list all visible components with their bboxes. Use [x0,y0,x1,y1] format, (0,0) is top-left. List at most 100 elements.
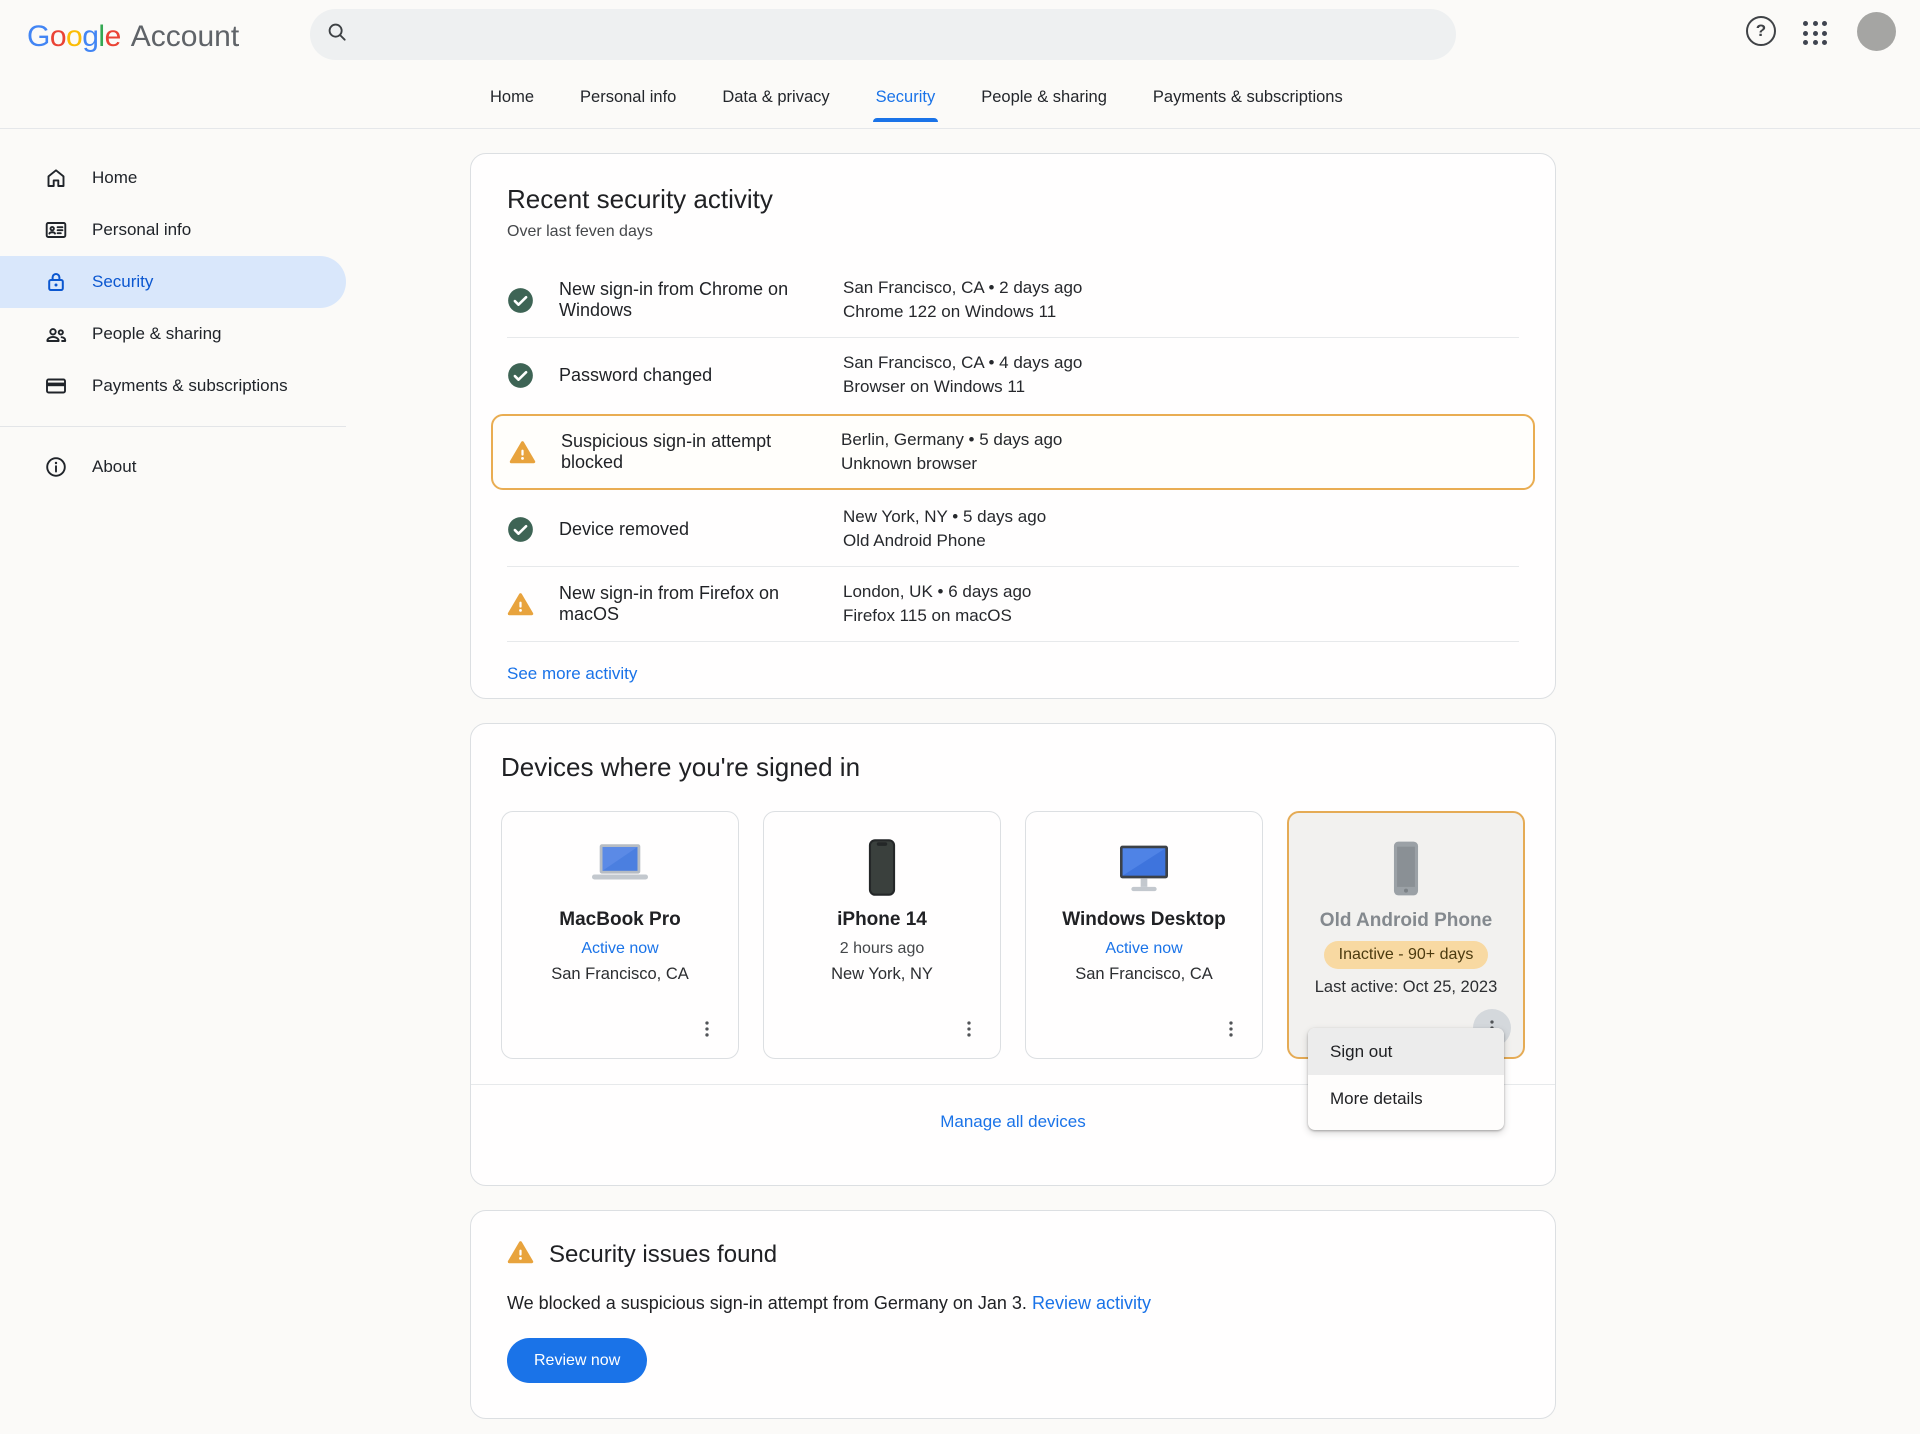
activity-row-password-changed[interactable]: Password changedSan Francisco, CA • 4 da… [507,338,1519,412]
device-card-old-android-phone[interactable]: Old Android PhoneInactive - 90+ daysLast… [1287,811,1525,1059]
device-name: Windows Desktop [1062,909,1225,931]
activity-row-title: Password changed [559,365,843,386]
sidebar-item-label: Personal info [92,220,191,240]
warning-icon [507,591,559,618]
device-more-options-icon[interactable] [950,1010,988,1048]
sidebar-item-label: People & sharing [92,324,221,344]
activity-row-title: Suspicious sign-in attempt blocked [561,431,841,473]
device-more-options-icon[interactable] [1212,1010,1250,1048]
lock-icon [44,270,68,294]
activity-location-time: San Francisco, CA • 4 days ago [843,351,1519,375]
device-more-options-icon[interactable] [688,1010,726,1048]
home-icon [44,166,68,190]
activity-row-new-sign-in-from-chrome-on-windows[interactable]: New sign-in from Chrome on WindowsSan Fr… [507,263,1519,337]
help-icon[interactable]: ? [1746,16,1776,46]
activity-row-title: Device removed [559,519,843,540]
activity-list: New sign-in from Chrome on WindowsSan Fr… [507,263,1519,642]
phone-dark-icon [865,838,899,896]
device-location: New York, NY [831,965,933,984]
avatar[interactable] [1857,12,1896,51]
sidebar-item-payments-subscriptions[interactable]: Payments & subscriptions [0,360,346,412]
security-issues-card: Security issues found We blocked a suspi… [470,1210,1556,1419]
sidebar-item-about[interactable]: About [0,441,346,493]
activity-row-details: San Francisco, CA • 4 days agoBrowser on… [843,351,1519,399]
activity-location-time: London, UK • 6 days ago [843,580,1519,604]
sidebar-item-label: Security [92,272,153,292]
check-circle-icon [507,362,559,389]
header-divider [0,128,1920,129]
manage-all-devices-link[interactable]: Manage all devices [940,1112,1086,1131]
device-context-menu: Sign outMore details [1308,1028,1504,1130]
device-name: iPhone 14 [837,909,927,931]
sidebar-item-home[interactable]: Home [0,152,346,204]
issues-title: Security issues found [549,1241,777,1269]
activity-row-details: New York, NY • 5 days agoOld Android Pho… [843,505,1519,553]
devices-grid: MacBook ProActive nowSan Francisco, CAiP… [501,811,1525,1059]
activity-card-subtitle: Over last feven days [507,223,1519,241]
search-bar[interactable] [310,9,1456,60]
activity-agent: Chrome 122 on Windows 11 [843,300,1519,324]
activity-row-device-removed[interactable]: Device removedNew York, NY • 5 days agoO… [507,492,1519,566]
sidebar-item-label: Home [92,168,137,188]
monitor-icon [1112,838,1176,896]
device-status: 2 hours ago [840,940,925,958]
activity-row-details: Berlin, Germany • 5 days agoUnknown brow… [841,428,1517,476]
tab-people-sharing[interactable]: People & sharing [981,88,1107,107]
sidebar-item-personal-info[interactable]: Personal info [0,204,346,256]
sidebar-item-people-sharing[interactable]: People & sharing [0,308,346,360]
recent-security-activity-card: Recent security activity Over last feven… [470,153,1556,699]
tab-data-privacy[interactable]: Data & privacy [722,88,829,107]
activity-row-suspicious-sign-in-attempt-blocked[interactable]: Suspicious sign-in attempt blockedBerlin… [491,414,1535,490]
warning-icon [509,439,561,466]
tab-personal-info[interactable]: Personal info [580,88,676,107]
device-card-macbook-pro[interactable]: MacBook ProActive nowSan Francisco, CA [501,811,739,1059]
activity-agent: Unknown browser [841,452,1517,476]
logo-letter: g [82,20,98,53]
device-name: Old Android Phone [1320,910,1492,932]
activity-card-title: Recent security activity [507,184,1519,215]
laptop-icon [586,838,654,896]
menu-item-more-details[interactable]: More details [1308,1075,1504,1122]
sidebar-item-security[interactable]: Security [0,256,346,308]
device-location: San Francisco, CA [1075,965,1213,984]
devices-card-title: Devices where you're signed in [501,752,1525,783]
sidebar-item-label: About [92,457,136,477]
tab-home[interactable]: Home [490,88,534,107]
menu-item-sign-out[interactable]: Sign out [1308,1028,1504,1075]
activity-row-details: San Francisco, CA • 2 days agoChrome 122… [843,276,1519,324]
device-location: San Francisco, CA [551,965,689,984]
google-logo-letters: Google [27,20,121,54]
row-divider [507,641,1519,642]
sidebar-divider [0,426,346,427]
review-now-button[interactable]: Review now [507,1338,647,1383]
device-card-windows-desktop[interactable]: Windows Desktop Active now San Francisco, … [1025,811,1263,1059]
logo-product-name: Account [131,20,239,54]
logo-letter: G [27,20,50,53]
info-icon [44,455,68,479]
activity-location-time: Berlin, Germany • 5 days ago [841,428,1517,452]
search-input[interactable] [360,25,1440,45]
tab-payments-subscriptions[interactable]: Payments & subscriptions [1153,88,1343,107]
activity-agent: Old Android Phone [843,529,1519,553]
see-more-activity-link[interactable]: See more activity [507,664,637,684]
people-icon [44,322,68,346]
apps-grid-icon[interactable] [1803,21,1828,46]
logo-letter: o [66,20,82,53]
activity-agent: Browser on Windows 11 [843,375,1519,399]
warning-icon [507,1239,534,1271]
device-card-iphone-14[interactable]: iPhone 14 2 hours ago New York, NY [763,811,1001,1059]
credit-card-icon [44,374,68,398]
inactive-badge: Inactive - 90+ days [1324,941,1489,969]
review-activity-link[interactable]: Review activity [1032,1293,1151,1313]
activity-row-new-sign-in-from-firefox-on-macos[interactable]: New sign-in from Firefox on macOSLondon,… [507,567,1519,641]
issues-body-text: We blocked a suspicious sign-in attempt … [507,1293,1027,1313]
activity-location-time: New York, NY • 5 days ago [843,505,1519,529]
activity-location-time: San Francisco, CA • 2 days ago [843,276,1519,300]
device-status: Active now [1105,940,1182,958]
tab-security[interactable]: Security [876,88,936,107]
device-name: MacBook Pro [559,909,680,931]
sidebar-item-label: Payments & subscriptions [92,376,288,396]
activity-row-title: New sign-in from Chrome on Windows [559,279,843,321]
activity-row-details: London, UK • 6 days agoFirefox 115 on ma… [843,580,1519,628]
google-account-logo[interactable]: Google Account [27,20,239,54]
